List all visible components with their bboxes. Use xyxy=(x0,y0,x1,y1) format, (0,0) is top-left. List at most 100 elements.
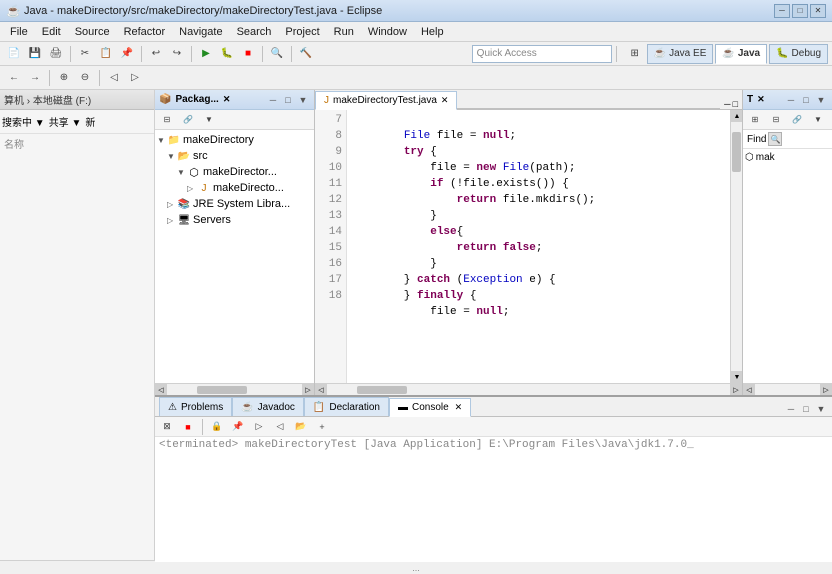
build-button[interactable]: 🔨 xyxy=(296,44,316,64)
menu-project[interactable]: Project xyxy=(279,24,325,40)
bottom-minimize[interactable]: ─ xyxy=(784,402,798,416)
undo-button[interactable]: ↩ xyxy=(146,44,166,64)
outline-btn1[interactable]: ⊞ xyxy=(745,110,765,130)
nav-button1[interactable]: ⊕ xyxy=(54,68,74,88)
pkg-filter[interactable]: ▼ xyxy=(199,110,219,130)
back-button[interactable]: ← xyxy=(4,68,24,88)
perspective-icon[interactable]: ⊞ xyxy=(625,44,645,64)
outline-hscrollbar[interactable]: ◁ ▷ xyxy=(743,383,832,395)
menu-refactor[interactable]: Refactor xyxy=(118,24,172,40)
menu-edit[interactable]: Edit xyxy=(36,24,67,40)
editor-scroll-track[interactable] xyxy=(327,386,730,394)
vscroll-track[interactable] xyxy=(731,122,742,371)
tab-javadoc[interactable]: ☕ Javadoc xyxy=(232,397,304,416)
console-open[interactable]: 📂 xyxy=(291,417,311,437)
cut-button[interactable]: ✂ xyxy=(75,44,95,64)
pkg-scroll-track[interactable] xyxy=(167,386,302,394)
outline-menu[interactable]: ▼ xyxy=(814,93,828,107)
stop-button[interactable]: ■ xyxy=(238,44,258,64)
outline-tree-item[interactable]: ⬡ mak xyxy=(745,151,830,164)
console-scroll-lock[interactable]: 🔒 xyxy=(207,417,227,437)
tab-declaration[interactable]: 📋 Declaration xyxy=(304,397,389,416)
outline-minimize[interactable]: ─ xyxy=(784,93,798,107)
editor-hscrollbar[interactable]: ◁ ▷ xyxy=(315,383,742,395)
label-makedirectory: makeDirectory xyxy=(183,134,254,146)
prev-edit[interactable]: ◁ xyxy=(104,68,124,88)
outline-maximize[interactable]: □ xyxy=(799,93,813,107)
minimize-button[interactable]: ─ xyxy=(774,4,790,18)
close-button[interactable]: ✕ xyxy=(810,4,826,18)
quick-access-input[interactable]: Quick Access xyxy=(472,45,612,63)
ln-9: 9 xyxy=(315,144,346,160)
vscroll-up[interactable]: ▲ xyxy=(731,110,742,122)
menu-help[interactable]: Help xyxy=(415,24,450,40)
redo-button[interactable]: ↪ xyxy=(167,44,187,64)
editor-vscrollbar[interactable]: ▲ ▼ xyxy=(730,110,742,383)
editor-tab-close[interactable]: ✕ xyxy=(441,95,449,106)
tree-item-jre[interactable]: ▷ 📚 JRE System Libra... xyxy=(157,196,312,212)
tree-item-makedirectory[interactable]: ▼ 📁 makeDirectory xyxy=(157,132,312,148)
editor-tab-main[interactable]: J makeDirectoryTest.java ✕ xyxy=(315,91,457,110)
tab-console[interactable]: ▬ Console ✕ xyxy=(389,398,471,417)
editor-scroll-right[interactable]: ▷ xyxy=(730,384,742,396)
console-clear[interactable]: ⊠ xyxy=(157,417,177,437)
bottom-menu[interactable]: ▼ xyxy=(814,402,828,416)
tree-item-class[interactable]: ▷ J makeDirecto... xyxy=(157,180,312,196)
run-button[interactable]: ▶ xyxy=(196,44,216,64)
console-tab-close[interactable]: ✕ xyxy=(455,402,463,413)
outline-title: T xyxy=(747,94,753,105)
save-button[interactable]: 💾 xyxy=(25,44,45,64)
outline-btn4[interactable]: ▼ xyxy=(808,110,828,130)
console-prev[interactable]: ◁ xyxy=(270,417,290,437)
pkg-collapse[interactable]: ⊟ xyxy=(157,110,177,130)
outline-scroll-left[interactable]: ◁ xyxy=(743,384,755,396)
code-editor[interactable]: File file = null; try { file = new File(… xyxy=(347,110,730,383)
pkg-hscrollbar[interactable]: ◁ ▷ xyxy=(155,383,314,395)
tree-item-src[interactable]: ▼ 📂 src xyxy=(157,148,312,164)
search-button[interactable]: 🔍 xyxy=(267,44,287,64)
tab-problems[interactable]: ⚠ Problems xyxy=(159,397,232,416)
vscroll-down[interactable]: ▼ xyxy=(731,371,742,383)
console-new[interactable]: + xyxy=(312,417,332,437)
outline-find-btn[interactable]: 🔍 xyxy=(768,132,782,146)
perspective-debug[interactable]: 🐛 Debug xyxy=(769,44,828,64)
outline-scroll-track[interactable] xyxy=(755,386,820,394)
perspective-javaee[interactable]: ☕ Java EE xyxy=(647,44,714,64)
editor-min-icon[interactable]: ─ xyxy=(724,99,730,109)
maximize-button[interactable]: □ xyxy=(792,4,808,18)
console-next[interactable]: ▷ xyxy=(249,417,269,437)
tree-item-servers[interactable]: ▷ 🖥 Servers xyxy=(157,212,312,228)
package-explorer: 📦 Packag... ✕ ─ □ ▼ ⊟ 🔗 ▼ ▼ xyxy=(155,90,315,395)
eclipse-bottom: ⚠ Problems ☕ Javadoc 📋 Declaration ▬ Con… xyxy=(155,395,832,560)
pkg-maximize[interactable]: □ xyxy=(281,93,295,107)
debug-button[interactable]: 🐛 xyxy=(217,44,237,64)
pkg-menu[interactable]: ▼ xyxy=(296,93,310,107)
menu-run[interactable]: Run xyxy=(328,24,360,40)
outline-scroll-right[interactable]: ▷ xyxy=(820,384,832,396)
paste-button[interactable]: 📌 xyxy=(117,44,137,64)
menu-file[interactable]: File xyxy=(4,24,34,40)
menu-navigate[interactable]: Navigate xyxy=(173,24,228,40)
menu-window[interactable]: Window xyxy=(362,24,413,40)
console-pin[interactable]: 📌 xyxy=(228,417,248,437)
menu-source[interactable]: Source xyxy=(69,24,116,40)
nav-button2[interactable]: ⊖ xyxy=(75,68,95,88)
menu-search[interactable]: Search xyxy=(231,24,278,40)
forward-button[interactable]: → xyxy=(25,68,45,88)
console-stop[interactable]: ■ xyxy=(178,417,198,437)
editor-scroll-left[interactable]: ◁ xyxy=(315,384,327,396)
outline-btn2[interactable]: ⊟ xyxy=(766,110,786,130)
copy-button[interactable]: 📋 xyxy=(96,44,116,64)
perspective-java[interactable]: ☕ Java xyxy=(715,44,767,64)
pkg-minimize[interactable]: ─ xyxy=(266,93,280,107)
outline-btn3[interactable]: 🔗 xyxy=(787,110,807,130)
tree-item-pkg[interactable]: ▼ ⬡ makeDirector... xyxy=(157,164,312,180)
editor-max-icon[interactable]: □ xyxy=(733,99,738,109)
print-button[interactable]: 🖨 xyxy=(46,44,66,64)
next-edit[interactable]: ▷ xyxy=(125,68,145,88)
pkg-link[interactable]: 🔗 xyxy=(178,110,198,130)
new-button[interactable]: 📄 xyxy=(4,44,24,64)
bottom-maximize[interactable]: □ xyxy=(799,402,813,416)
pkg-scroll-right[interactable]: ▷ xyxy=(302,384,314,396)
pkg-scroll-left[interactable]: ◁ xyxy=(155,384,167,396)
